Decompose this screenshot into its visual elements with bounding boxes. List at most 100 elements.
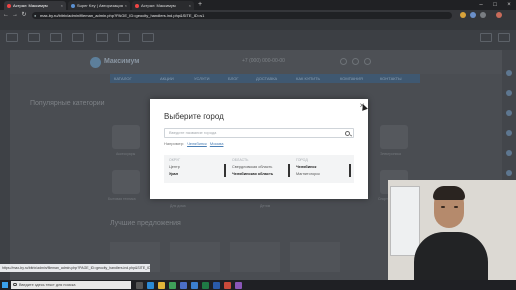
minimize-icon[interactable]: –: [474, 0, 488, 10]
category-label[interactable]: Бытовая техника: [108, 197, 136, 201]
admin-tool-icon[interactable]: [142, 33, 154, 42]
menu-item[interactable]: АКЦИИ: [160, 74, 174, 83]
menu-item[interactable]: КОНТАКТЫ: [380, 74, 402, 83]
city-header: ГОРОД: [296, 158, 308, 162]
product-card[interactable]: [230, 242, 280, 272]
logo-icon[interactable]: [90, 57, 101, 68]
menu-item[interactable]: УСЛУГИ: [194, 74, 210, 83]
rail-icon[interactable]: [506, 130, 512, 136]
category-label[interactable]: Детям: [260, 204, 270, 208]
store-icon[interactable]: [180, 281, 187, 289]
area-item[interactable]: Свердловская область: [232, 165, 272, 169]
city-item[interactable]: Челябинск: [296, 165, 316, 169]
webcam-person-body: [414, 232, 488, 280]
city-item[interactable]: Магнитогорск: [296, 172, 320, 176]
category-label[interactable]: Для дома: [170, 204, 186, 208]
admin-tool-icon[interactable]: [28, 33, 40, 42]
app-icon[interactable]: [224, 281, 231, 289]
rail-icon[interactable]: [506, 150, 512, 156]
app-icon[interactable]: [235, 281, 242, 289]
rail-icon[interactable]: [506, 70, 512, 76]
modal-title: Выберите город: [164, 112, 224, 121]
scrollbar[interactable]: [349, 164, 351, 177]
rail-icon[interactable]: [506, 90, 512, 96]
browser-tab[interactable]: Астрал: Максимум ×: [132, 1, 194, 10]
phone-number[interactable]: +7 (000) 000-00-00: [242, 58, 285, 64]
admin-tool-icon[interactable]: [498, 33, 510, 42]
extension-icon[interactable]: [460, 12, 466, 18]
main-menu: КАТАЛОГ АКЦИИ УСЛУГИ БЛОГ ДОСТАВКА КАК К…: [110, 74, 420, 83]
browser-tab[interactable]: Астрал: Максимум ×: [4, 1, 66, 10]
url-input[interactable]: ● max-by.ru/bitrix/admin/fileman_admin.p…: [32, 11, 452, 19]
extension-icon[interactable]: [480, 12, 486, 18]
category-label[interactable]: Аксессуары: [116, 152, 135, 156]
admin-tool-icon[interactable]: [118, 33, 130, 42]
region-header: ОКРУГ: [169, 158, 181, 162]
area-item[interactable]: Челябинская область: [232, 172, 273, 176]
close-tab-icon[interactable]: ×: [125, 1, 127, 10]
scrollbar[interactable]: [224, 164, 226, 177]
task-view-icon[interactable]: [136, 281, 143, 289]
admin-tool-icon[interactable]: [72, 33, 84, 42]
chrome-icon[interactable]: [169, 281, 176, 289]
category-label[interactable]: Электроника: [380, 152, 401, 156]
search-placeholder: Введите название города: [169, 130, 217, 135]
heart-icon[interactable]: [352, 58, 359, 65]
word-icon[interactable]: [213, 281, 220, 289]
area-column: ОБЛАСТЬ Свердловская область Челябинская…: [227, 155, 290, 183]
edge-icon[interactable]: [147, 281, 154, 289]
popular-categories-title: Популярные категории: [30, 100, 105, 107]
mail-icon[interactable]: [191, 281, 198, 289]
browser-tab[interactable]: Super Key | Авторизация ×: [68, 1, 130, 10]
category-tile[interactable]: [112, 125, 140, 149]
user-icon[interactable]: [340, 58, 347, 65]
extension-icon[interactable]: [470, 12, 476, 18]
menu-item[interactable]: БЛОГ: [228, 74, 239, 83]
category-tile[interactable]: [380, 125, 408, 149]
admin-top-strip: [0, 20, 516, 30]
webcam-person-hair: [433, 186, 465, 200]
profile-avatar[interactable]: [496, 12, 502, 18]
city-column: ГОРОД Челябинск Магнитогорск: [291, 155, 354, 183]
example-city-link[interactable]: Челябинск: [187, 141, 207, 146]
cart-icon[interactable]: [364, 58, 371, 65]
menu-item[interactable]: КОМПАНИЯ: [340, 74, 363, 83]
menu-item[interactable]: КАК КУПИТЬ: [296, 74, 320, 83]
rail-icon[interactable]: [506, 110, 512, 116]
close-tab-icon[interactable]: ×: [61, 1, 63, 10]
region-item[interactable]: Урал: [169, 172, 178, 176]
admin-tool-icon[interactable]: [50, 33, 62, 42]
new-tab-icon[interactable]: +: [198, 1, 202, 9]
example-city-link[interactable]: Москва: [210, 141, 224, 146]
back-icon[interactable]: ←: [2, 11, 10, 19]
product-card[interactable]: [290, 242, 340, 272]
left-rail: [0, 50, 10, 280]
category-tile[interactable]: [112, 170, 140, 194]
explorer-icon[interactable]: [158, 281, 165, 289]
close-window-icon[interactable]: ×: [502, 0, 516, 10]
location-picker: ОКРУГ Центр Урал ОБЛАСТЬ Свердловская об…: [164, 155, 354, 183]
product-card[interactable]: [170, 242, 220, 272]
reload-icon[interactable]: ↻: [20, 11, 28, 19]
city-search-input[interactable]: Введите название города: [164, 128, 354, 138]
tab-title: Астрал: Максимум: [13, 3, 48, 8]
taskbar-search-input[interactable]: Введите здесь текст для поиска: [11, 281, 131, 289]
admin-tool-icon[interactable]: [6, 33, 18, 42]
forward-icon[interactable]: →: [11, 11, 19, 19]
logo-text[interactable]: Максимум: [104, 58, 139, 65]
scrollbar[interactable]: [288, 164, 290, 177]
menu-item[interactable]: ДОСТАВКА: [256, 74, 277, 83]
search-icon: [13, 282, 17, 286]
region-item[interactable]: Центр: [169, 165, 180, 169]
rail-icon[interactable]: [506, 170, 512, 176]
windows-taskbar: Введите здесь текст для поиска: [0, 280, 516, 290]
maximize-icon[interactable]: □: [488, 0, 502, 10]
admin-tool-icon[interactable]: [480, 33, 492, 42]
admin-tool-icon[interactable]: [96, 33, 108, 42]
close-tab-icon[interactable]: ×: [189, 1, 191, 10]
search-icon[interactable]: [345, 130, 350, 136]
windows-start-icon[interactable]: [2, 282, 8, 288]
webcam-window-frame: [390, 186, 420, 256]
menu-item[interactable]: КАТАЛОГ: [114, 74, 132, 83]
excel-icon[interactable]: [202, 281, 209, 289]
